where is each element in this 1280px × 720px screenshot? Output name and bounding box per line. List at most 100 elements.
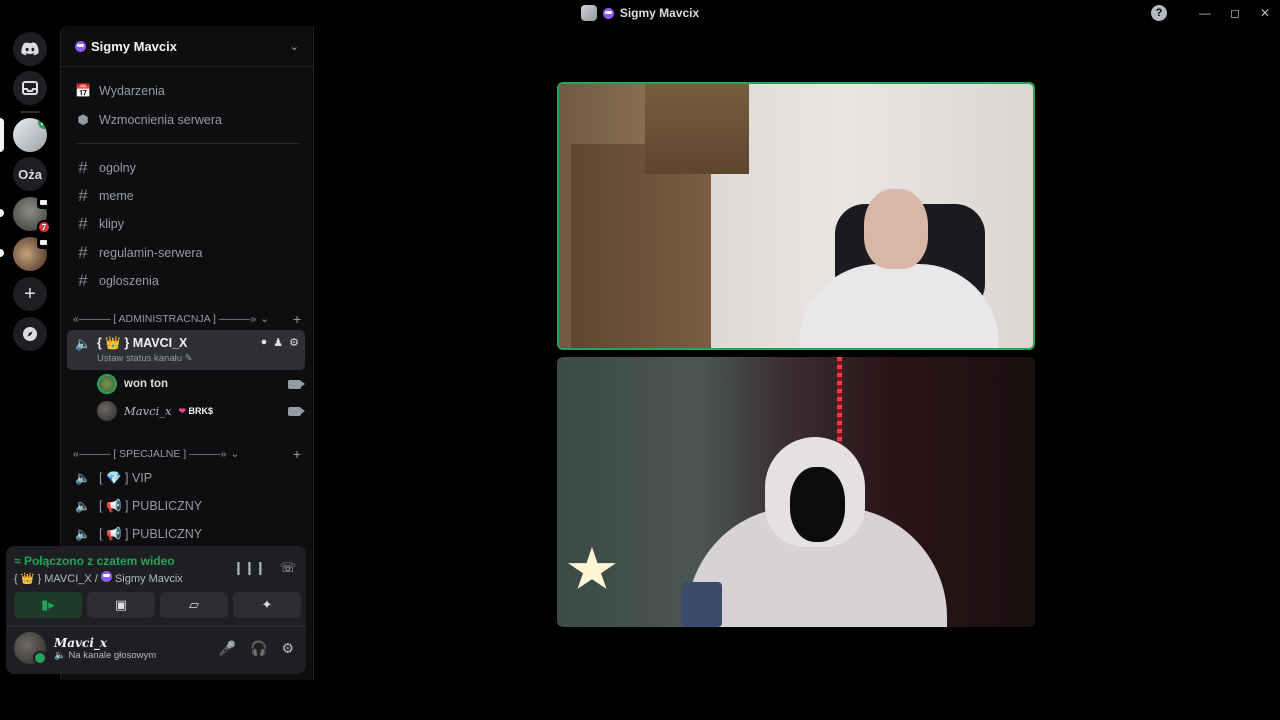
mask-emoji-icon xyxy=(100,571,112,582)
channel-label: ogloszenia xyxy=(99,274,159,288)
voice-channel-vip[interactable]: 🔈[ 💎 ] VIP xyxy=(69,465,307,491)
voice-user-mavci-x[interactable]: Mavci_x ❤ BRK$ xyxy=(97,399,305,423)
chevron-down-icon: ⌄ xyxy=(230,448,240,460)
connection-status-text: Połączono z czatem wideo xyxy=(23,554,175,568)
activities-button[interactable]: ▱ xyxy=(160,592,228,618)
user-status: 🔈 Na kanale głosowym xyxy=(54,650,156,661)
chat-bubble-icon[interactable]: ● xyxy=(261,336,268,349)
invite-user-icon[interactable]: ♟ xyxy=(273,336,283,349)
disconnect-icon[interactable]: ☏ xyxy=(280,560,296,576)
server-sigmy-mavcix[interactable] xyxy=(13,118,47,152)
speaker-icon: 🔈 xyxy=(75,470,91,485)
server-5[interactable] xyxy=(13,236,50,271)
help-icon[interactable]: ? xyxy=(1151,5,1167,21)
camera-icon xyxy=(288,379,305,389)
noise-suppression-icon[interactable]: ❙❙❙ xyxy=(233,560,266,576)
divider xyxy=(77,143,299,144)
server-name-text: Sigmy Mavcix xyxy=(91,38,177,54)
video-tile[interactable] xyxy=(557,357,1035,627)
video-tile-speaking[interactable] xyxy=(557,82,1035,350)
soundboard-button[interactable]: ✦ xyxy=(233,592,301,618)
channel-meme[interactable]: # meme xyxy=(69,183,307,209)
hash-icon: # xyxy=(78,214,88,233)
video-feed-detail xyxy=(864,189,928,269)
voice-user-won-ton[interactable]: won ton xyxy=(97,372,305,396)
megaphone-emoji-icon: 📢 xyxy=(105,498,122,513)
compass-icon xyxy=(23,327,37,341)
voice-connection-panel: ≈ Połączono z czatem wideo { 👑 } MAVCI_X… xyxy=(6,546,306,674)
channel-status-text: Ustaw status kanału xyxy=(97,353,183,364)
hash-icon: # xyxy=(78,271,88,290)
gem-emoji-icon: 💎 xyxy=(105,470,122,485)
channel-label: regulamin-serwera xyxy=(99,246,203,260)
user-tag-text: BRK$ xyxy=(188,405,214,416)
explore-button[interactable] xyxy=(13,317,47,351)
user-status-text: Na kanale głosowym xyxy=(68,649,157,661)
hash-icon: # xyxy=(78,186,88,205)
voice-user-name: won ton xyxy=(124,378,169,390)
soundboard-icon: ✦ xyxy=(261,597,273,612)
avatar xyxy=(97,401,117,421)
add-channel-icon[interactable]: + xyxy=(293,446,301,462)
voice-channel-publiczny-2[interactable]: 🔈[ 📢 ] PUBLICZNY xyxy=(69,521,307,547)
category-label: «——— [ SPECJALNE ] ———» xyxy=(73,448,227,460)
location-server: Sigmy Mavcix xyxy=(114,573,183,585)
discord-home-button[interactable] xyxy=(13,32,47,66)
server-header[interactable]: Sigmy Mavcix ⌄ xyxy=(61,26,313,67)
chevron-down-icon: ⌄ xyxy=(260,313,270,325)
microphone-icon[interactable]: 🎤 xyxy=(219,640,236,657)
video-badge-icon xyxy=(38,118,47,129)
video-feed-detail xyxy=(645,84,749,174)
video-feed-detail xyxy=(568,547,616,589)
channel-ogloszenia[interactable]: # ogloszenia xyxy=(69,268,307,294)
camera-button[interactable]: ▮▸ xyxy=(14,592,82,618)
category-administracja[interactable]: «——— [ ADMINISTRACNJA ] ———» ⌄ + xyxy=(73,311,301,327)
voice-channel-mavci-x[interactable]: 🔈 { 👑 } MAVCI_X Ustaw status kanału ✎ ● … xyxy=(67,330,305,370)
divider xyxy=(6,626,306,627)
video-feed xyxy=(559,84,1033,348)
maximize-button[interactable]: ◻ xyxy=(1220,0,1250,26)
server-name: Sigmy Mavcix xyxy=(75,39,177,54)
minimize-button[interactable]: — xyxy=(1190,0,1220,26)
screen-share-button[interactable]: ▣ xyxy=(87,592,155,618)
nav-events[interactable]: 📅 Wydarzenia xyxy=(69,78,307,104)
inbox-icon xyxy=(22,81,38,95)
gear-icon[interactable]: ⚙ xyxy=(281,640,294,657)
voice-channel-actions: ● ♟ ⚙ xyxy=(261,336,299,349)
voice-channel-title: { 👑 } MAVCI_X xyxy=(97,336,188,350)
speaker-icon: 🔈 xyxy=(54,649,66,661)
inbox-button[interactable] xyxy=(13,71,47,105)
unread-pill xyxy=(0,249,4,257)
connection-status[interactable]: ≈ Połączono z czatem wideo xyxy=(14,554,175,568)
video-badge-icon xyxy=(37,196,50,209)
channel-status[interactable]: Ustaw status kanału ✎ xyxy=(97,353,193,364)
title-bar: Sigmy Mavcix ? — ◻ ✕ xyxy=(0,0,1280,26)
server-4[interactable]: 7 xyxy=(13,196,51,234)
channel-regulamin-serwera[interactable]: # regulamin-serwera xyxy=(69,240,307,266)
headphones-icon[interactable]: 🎧 xyxy=(250,640,267,657)
channel-klipy[interactable]: # klipy xyxy=(69,211,307,237)
voice-speaker-icon: 🔈 xyxy=(75,336,92,351)
crown-emoji-icon: 👑 xyxy=(20,573,35,585)
voice-channel-publiczny-1[interactable]: 🔈[ 📢 ] PUBLICZNY xyxy=(69,493,307,519)
channel-ogolny[interactable]: # ogolny xyxy=(69,155,307,181)
voice-user-name: Mavci_x xyxy=(124,404,172,418)
add-channel-icon[interactable]: + xyxy=(293,311,301,327)
channel-label: ogolny xyxy=(99,161,136,175)
add-server-button[interactable]: + xyxy=(13,277,47,311)
window-controls: — ◻ ✕ xyxy=(1190,0,1280,26)
gamepad-icon: ▱ xyxy=(189,597,199,612)
call-buttons: ▮▸ ▣ ▱ ✦ xyxy=(14,592,301,618)
server-oza[interactable]: Oża xyxy=(13,157,47,191)
category-specjalne[interactable]: «——— [ SPECJALNE ] ———» ⌄ + xyxy=(73,446,301,462)
speaker-icon: 🔈 xyxy=(75,498,91,513)
close-button[interactable]: ✕ xyxy=(1250,0,1280,26)
video-feed xyxy=(557,357,1035,627)
video-stage xyxy=(315,26,1280,720)
connection-location[interactable]: { 👑 } MAVCI_X / Sigmy Mavcix xyxy=(14,571,183,585)
user-area[interactable]: Mavci_x 🔈 Na kanale głosowym xyxy=(14,632,156,665)
avatar xyxy=(97,374,117,394)
channel-label: meme xyxy=(99,189,134,203)
gear-icon[interactable]: ⚙ xyxy=(289,336,299,349)
nav-boosts[interactable]: ⬢ Wzmocnienia serwera xyxy=(69,107,307,133)
